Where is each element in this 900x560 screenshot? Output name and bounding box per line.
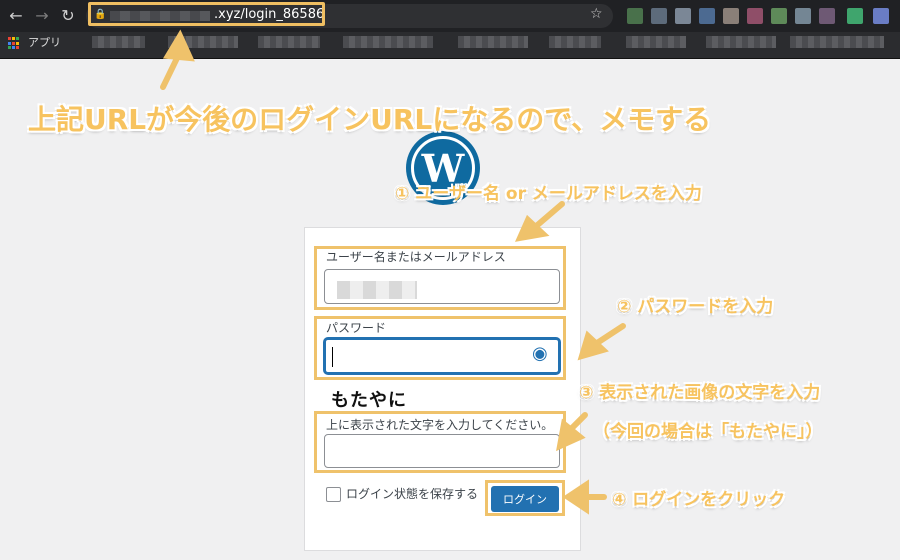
step2-arrow xyxy=(591,323,626,348)
step2-arrow-head xyxy=(577,330,609,361)
captcha-highlight-box xyxy=(314,411,566,473)
login-highlight-box xyxy=(485,480,565,516)
extension-icon[interactable] xyxy=(723,8,739,24)
masked-bookmark[interactable] xyxy=(92,36,145,48)
masked-bookmark[interactable] xyxy=(343,36,433,48)
reload-icon[interactable]: ↻ xyxy=(58,6,78,26)
extension-icon[interactable] xyxy=(675,8,691,24)
extension-icon[interactable] xyxy=(847,8,863,24)
extension-icon[interactable] xyxy=(771,8,787,24)
remember-checkbox[interactable] xyxy=(326,487,341,502)
masked-bookmark[interactable] xyxy=(706,36,776,48)
extension-icon[interactable] xyxy=(819,8,835,24)
masked-bookmark[interactable] xyxy=(458,36,528,48)
back-arrow-icon[interactable]: ← xyxy=(6,6,26,26)
masked-bookmark[interactable] xyxy=(258,36,320,48)
extension-icon[interactable] xyxy=(795,8,811,24)
captcha-image: もたやに xyxy=(331,390,407,411)
step4-annotation: ④ ログインをクリック xyxy=(612,490,786,510)
extension-icon[interactable] xyxy=(873,8,889,24)
forward-arrow-icon[interactable]: → xyxy=(32,6,52,26)
step1-annotation: ① ユーザー名 or メールアドレスを入力 xyxy=(395,184,702,204)
url-note-annotation: 上記URLが今後のログインURLになるので、メモする xyxy=(28,103,712,136)
step2-annotation: ② パスワードを入力 xyxy=(617,297,774,317)
extension-icon[interactable] xyxy=(699,8,715,24)
step3-subnote: （今回の場合は「もたやに」） xyxy=(593,422,823,442)
masked-bookmark[interactable] xyxy=(790,36,884,48)
url-highlight-box xyxy=(88,2,325,26)
bookmark-apps-label[interactable]: アプリ xyxy=(28,34,61,50)
masked-bookmark[interactable] xyxy=(626,36,686,48)
username-highlight-box xyxy=(314,246,566,310)
masked-bookmark[interactable] xyxy=(549,36,601,48)
remember-label[interactable]: ログイン状態を保存する xyxy=(346,485,478,502)
step1-arrow xyxy=(531,201,565,231)
apps-grid-icon[interactable] xyxy=(8,37,21,50)
extension-icon[interactable] xyxy=(747,8,763,24)
extension-icon[interactable] xyxy=(627,8,643,24)
password-highlight-box xyxy=(314,316,566,380)
bookmark-star-icon[interactable]: ☆ xyxy=(590,6,603,22)
step3-annotation: ③ 表示された画像の文字を入力 xyxy=(579,383,821,403)
masked-bookmark[interactable] xyxy=(168,36,238,48)
extension-icon[interactable] xyxy=(651,8,667,24)
